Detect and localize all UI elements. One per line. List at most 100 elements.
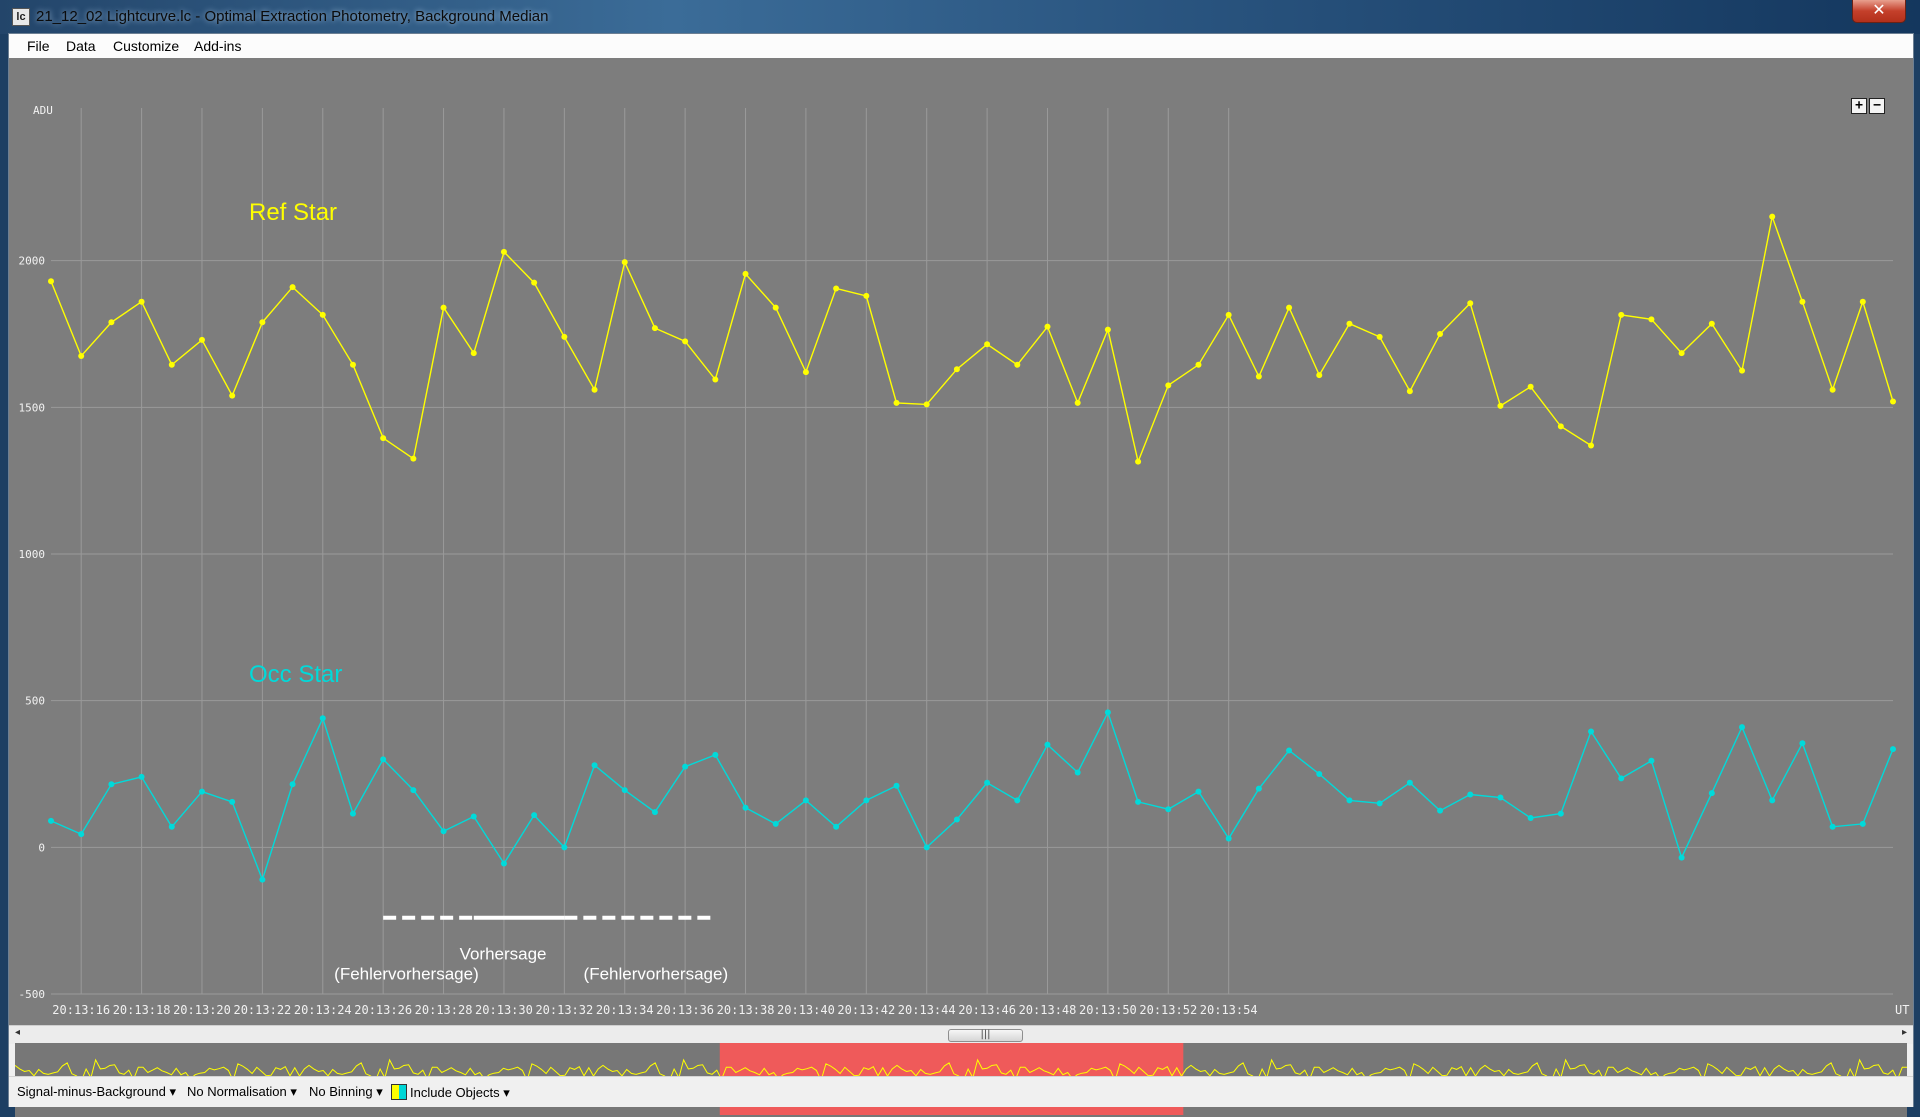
ref-star-point	[1074, 399, 1081, 406]
ref-star-point	[1708, 320, 1715, 327]
ref-star-point	[1255, 373, 1262, 380]
ref-star-point	[1648, 316, 1655, 323]
close-button[interactable]: ✕	[1852, 0, 1906, 23]
menu-bar: File Data Customize Add-ins	[9, 34, 1913, 59]
ref-star-point	[742, 270, 749, 277]
normalisation-dropdown[interactable]: No Normalisation ▾	[187, 1084, 297, 1100]
x-tick-label: 20:13:22	[233, 1003, 291, 1017]
occ-star-point	[682, 763, 689, 770]
occ-star-point	[893, 782, 900, 789]
occ-star-point	[440, 828, 447, 835]
occ-star-point	[863, 797, 870, 804]
ref-star-point	[1437, 331, 1444, 337]
x-tick-label: 20:13:46	[958, 1003, 1016, 1017]
menu-add-ins[interactable]: Add-ins	[194, 38, 241, 54]
x-tick-label: 20:13:42	[837, 1003, 895, 1017]
ref-star-point	[833, 285, 840, 292]
scroll-left-icon[interactable]: ◂	[15, 1027, 20, 1038]
occ-star-point	[1527, 815, 1534, 821]
objects-color-icon	[391, 1084, 407, 1100]
occ-star-point	[1618, 775, 1625, 782]
ref-star-point	[1044, 323, 1051, 330]
occ-star-point	[289, 781, 296, 788]
occ-star-point	[1829, 823, 1836, 830]
window-title: 21_12_02 Lightcurve.lc - Optimal Extract…	[36, 8, 549, 25]
ref-star-point	[108, 319, 115, 326]
ref-star-point	[863, 292, 870, 299]
x-tick-label: 20:13:30	[475, 1003, 533, 1017]
ref-star-point	[561, 333, 568, 340]
zoom-out-button[interactable]: −	[1869, 98, 1885, 114]
y-tick-label: 1500	[19, 401, 46, 414]
include-objects-dropdown[interactable]: Include Objects ▾	[391, 1084, 510, 1101]
ref-star-point	[289, 284, 296, 291]
ref-star-point	[1286, 304, 1293, 311]
lightcurve-chart[interactable]: -500 0 500 1000 1500 2000 20:13:16 20:13:18 20:1…	[9, 58, 1913, 1025]
ref-star-point	[1739, 367, 1746, 374]
occ-star-point	[1497, 794, 1504, 801]
occ-star-point	[349, 810, 356, 817]
ref-star-point	[712, 376, 719, 383]
ref-star-point	[1829, 386, 1836, 393]
ref-star-point	[923, 401, 930, 408]
y-tick-label: -500	[19, 988, 46, 1001]
occ-star-point	[802, 797, 809, 804]
occ-star-point	[923, 844, 930, 851]
ref-star-point	[48, 278, 54, 285]
occ-star-point	[48, 817, 54, 824]
occ-star-point	[1286, 747, 1293, 754]
occ-star-point	[1165, 806, 1172, 813]
occ-star-point	[1406, 779, 1413, 786]
occ-star-point	[742, 804, 749, 811]
ref-star-point	[1135, 458, 1142, 465]
ref-star-point	[1195, 361, 1202, 368]
menu-file[interactable]: File	[27, 38, 50, 54]
occ-star-point	[1255, 785, 1262, 792]
status-bar: Signal-minus-Background ▾ No Normalisati…	[9, 1076, 1913, 1107]
x-tick-label: 20:13:38	[717, 1003, 775, 1017]
signal-mode-dropdown[interactable]: Signal-minus-Background ▾	[17, 1084, 176, 1100]
scroll-right-icon[interactable]: ▸	[1902, 1027, 1907, 1038]
occ-star-point	[1225, 835, 1232, 842]
ref-star-point	[802, 369, 809, 376]
occ-star-point	[1678, 854, 1685, 861]
ref-star-point	[440, 304, 447, 311]
occ-star-point	[591, 762, 598, 769]
ref-star-point	[1316, 372, 1323, 379]
ref-star-line	[50, 214, 1894, 464]
occ-star-point	[984, 779, 991, 786]
occ-star-point	[561, 844, 568, 851]
occ-star-point	[1890, 746, 1896, 753]
binning-dropdown[interactable]: No Binning ▾	[309, 1084, 383, 1100]
title-bar: lc 21_12_02 Lightcurve.lc - Optimal Extr…	[0, 0, 1920, 34]
occ-star-point	[380, 756, 387, 763]
occ-star-point	[410, 787, 417, 794]
ref-star-point	[410, 455, 417, 462]
zoom-in-button[interactable]: +	[1851, 98, 1867, 114]
ref-star-point	[772, 304, 779, 311]
error-left-label: (Fehlervorhersage)	[334, 965, 479, 984]
menu-data[interactable]: Data	[66, 38, 96, 54]
occ-star-point	[1376, 800, 1383, 807]
occ-star-line	[50, 710, 1894, 882]
occ-star-point	[319, 715, 326, 722]
occ-star-point	[138, 773, 145, 780]
lightcurve-svg[interactable]: -500050010001500200020:13:16 20:13:18 20:1…	[9, 58, 1913, 1025]
x-tick-label: 20:13:48	[1019, 1003, 1077, 1017]
scroll-thumb[interactable]: |||	[948, 1029, 1023, 1042]
occ-star-point	[712, 751, 719, 758]
horizontal-scrollbar[interactable]: ◂ ||| ▸	[9, 1025, 1913, 1044]
occ-star-point	[78, 831, 85, 838]
ref-star-point	[1769, 213, 1776, 220]
ref-star-point	[1406, 388, 1413, 395]
app-icon[interactable]: lc	[12, 8, 30, 26]
ref-star-point	[319, 311, 326, 318]
ref-star-point	[1678, 350, 1685, 357]
ref-star-point	[1890, 398, 1896, 405]
x-tick-label: 20:13:20	[173, 1003, 231, 1017]
occ-star-point	[1708, 790, 1715, 797]
ref-star-point	[168, 361, 175, 368]
y-tick-label: 0	[38, 841, 45, 854]
y-tick-label: 2000	[19, 255, 46, 268]
menu-customize[interactable]: Customize	[113, 38, 179, 54]
